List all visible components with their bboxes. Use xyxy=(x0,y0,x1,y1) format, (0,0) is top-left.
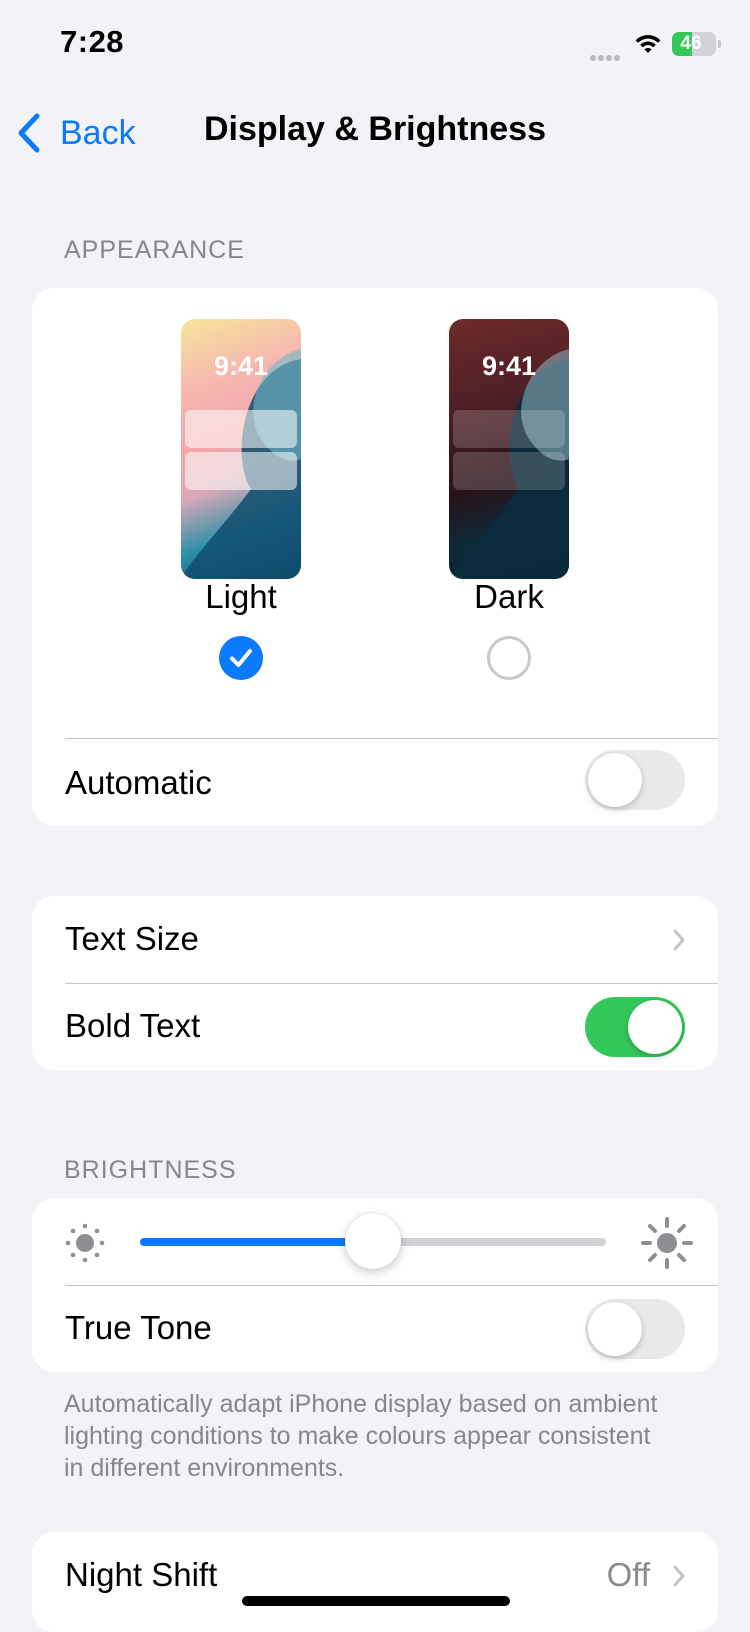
brightness-fill xyxy=(140,1238,373,1246)
divider xyxy=(65,983,718,984)
cellular-signal-icon xyxy=(590,48,624,61)
divider xyxy=(65,738,718,739)
light-preview-time: 9:41 xyxy=(213,351,269,381)
toggle-knob xyxy=(588,1302,642,1356)
wifi-icon xyxy=(634,32,662,56)
page-title: Display & Brightness xyxy=(0,110,750,149)
night-shift-value: Off xyxy=(606,1556,650,1593)
bold-text-label: Bold Text xyxy=(65,1007,201,1044)
sun-large-icon xyxy=(641,1217,693,1269)
dark-preview-time: 9:41 xyxy=(481,351,537,381)
light-mode-preview[interactable]: 9:41 xyxy=(181,319,301,579)
night-shift-row[interactable]: Night Shift Off xyxy=(32,1532,718,1632)
sun-small-icon xyxy=(65,1223,105,1263)
dark-preview-notification xyxy=(453,410,565,448)
battery-icon: 46 xyxy=(672,32,716,56)
brightness-slider[interactable] xyxy=(140,1213,606,1269)
dark-mode-label: Dark xyxy=(474,578,544,615)
text-size-row[interactable]: Text Size xyxy=(32,896,718,983)
true-tone-footer: Automatically adapt iPhone display based… xyxy=(64,1390,658,1482)
status-time: 7:28 xyxy=(60,24,125,59)
dark-mode-radio[interactable] xyxy=(487,636,531,680)
brightness-header: BRIGHTNESS xyxy=(64,1156,237,1184)
dark-preview-notification xyxy=(453,452,565,490)
night-shift-label: Night Shift xyxy=(65,1556,218,1593)
chevron-right-icon xyxy=(673,929,685,951)
dark-mode-preview[interactable]: 9:41 xyxy=(449,319,569,579)
brightness-card: True Tone xyxy=(32,1198,718,1372)
chevron-right-icon xyxy=(673,1565,685,1587)
text-size-label: Text Size xyxy=(65,920,199,957)
automatic-toggle[interactable] xyxy=(585,750,685,810)
light-mode-label: Light xyxy=(205,578,277,615)
toggle-knob xyxy=(588,753,642,807)
toggle-knob xyxy=(628,1000,682,1054)
brightness-thumb[interactable] xyxy=(345,1213,401,1269)
page-title-text: Display & Brightness xyxy=(204,110,546,148)
light-preview-notification xyxy=(185,452,297,490)
divider xyxy=(65,1285,718,1286)
light-preview-notification xyxy=(185,410,297,448)
automatic-label: Automatic xyxy=(65,764,212,801)
true-tone-label: True Tone xyxy=(65,1309,212,1346)
appearance-card: 9:41 Light 9:41 Dark Automatic xyxy=(32,288,718,826)
home-indicator xyxy=(242,1596,510,1606)
appearance-header: APPEARANCE xyxy=(64,236,245,264)
true-tone-toggle[interactable] xyxy=(585,1299,685,1359)
battery-cap xyxy=(718,40,721,48)
text-settings-card: Text Size Bold Text xyxy=(32,896,718,1070)
bold-text-toggle[interactable] xyxy=(585,997,685,1057)
light-mode-radio[interactable] xyxy=(219,636,263,680)
checkmark-icon xyxy=(230,649,252,667)
battery-level: 46 xyxy=(680,33,702,54)
